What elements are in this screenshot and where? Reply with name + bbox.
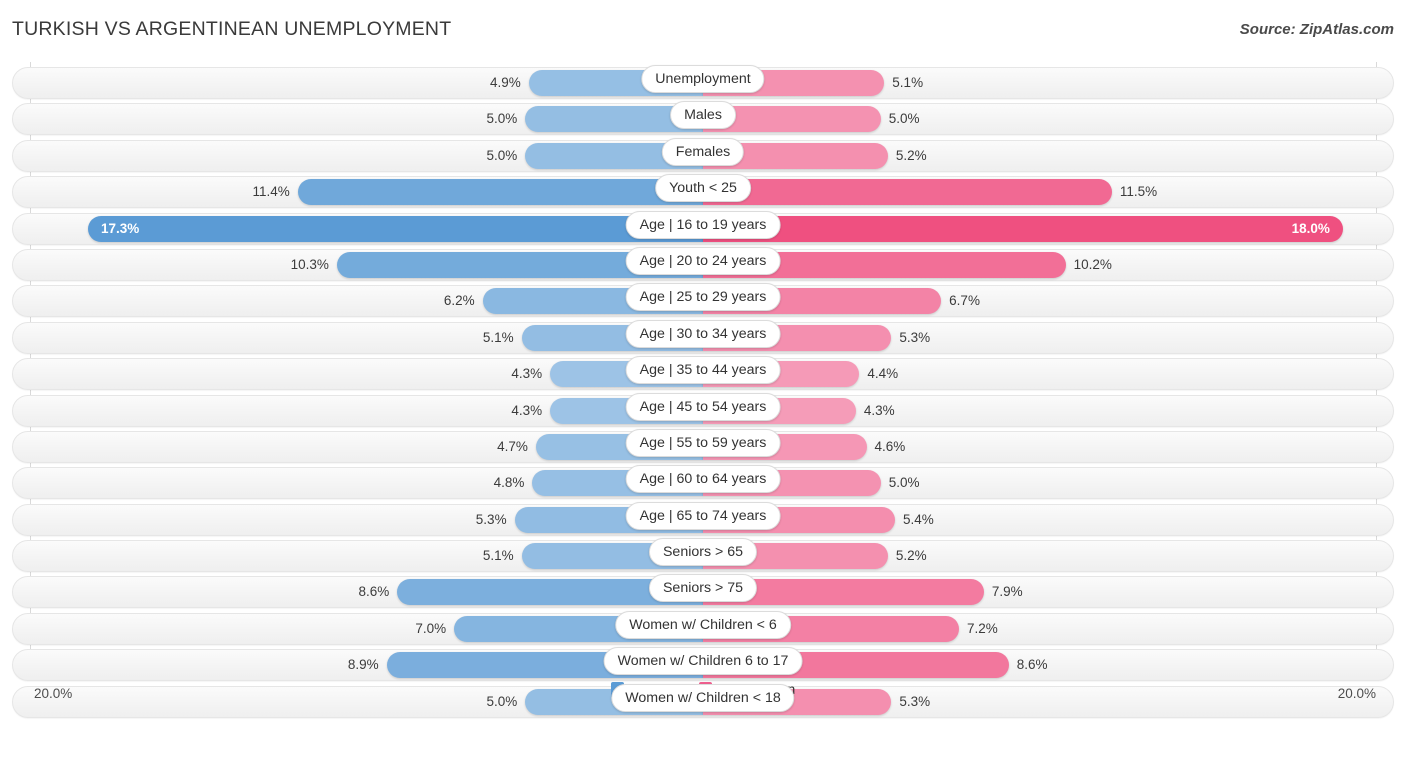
chart-row: 6.2% 6.7% Age | 25 to 29 years <box>0 283 1406 319</box>
row-label-pill: Age | 16 to 19 years <box>625 210 781 239</box>
bar-value-turkish: 6.2% <box>443 293 475 309</box>
chart-rows: 4.9% 5.1% Unemployment 5.0% 5.0% Males 5.0% 5.2… <box>0 65 1406 720</box>
row-label-pill: Age | 35 to 44 years <box>625 356 781 385</box>
row-label-pill: Seniors > 75 <box>648 574 758 603</box>
bar-value-turkish: 8.6% <box>358 584 390 600</box>
bar-value-turkish: 10.3% <box>290 256 329 272</box>
bar-value-turkish: 5.1% <box>482 548 514 564</box>
row-label-pill: Women w/ Children < 18 <box>611 683 795 712</box>
row-label-pill: Age | 65 to 74 years <box>625 501 781 530</box>
chart-row: 4.7% 4.6% Age | 55 to 59 years <box>0 428 1406 465</box>
chart-row: 8.6% 7.9% Seniors > 75 <box>0 574 1406 610</box>
bar-value-turkish: 5.3% <box>475 511 507 527</box>
chart-row: 8.9% 8.6% Women w/ Children 6 to 17 <box>0 647 1406 683</box>
bar-value-argentinean: 10.2% <box>1073 256 1112 272</box>
bar-turkish[interactable] <box>297 179 703 206</box>
bar-argentinean[interactable] <box>703 179 1112 206</box>
bar-value-turkish: 5.0% <box>486 147 518 163</box>
chart-row: 4.9% 5.1% Unemployment <box>0 65 1406 101</box>
row-label-pill: Age | 60 to 64 years <box>625 465 781 494</box>
bar-value-argentinean: 4.6% <box>874 438 906 454</box>
bar-turkish[interactable] <box>88 215 703 242</box>
bar-value-argentinean: 4.4% <box>867 366 899 382</box>
chart-row: 4.3% 4.3% Age | 45 to 54 years <box>0 392 1406 429</box>
bar-value-argentinean: 18.0% <box>1291 220 1330 236</box>
bar-value-turkish: 5.0% <box>486 111 518 127</box>
chart-row: 11.4% 11.5% Youth < 25 <box>0 174 1406 210</box>
row-label-pill: Age | 45 to 54 years <box>625 392 781 421</box>
bar-value-turkish: 17.3% <box>101 220 140 236</box>
source-attribution: Source: ZipAtlas.com <box>1239 21 1394 38</box>
chart-row: 17.3% 18.0% Age | 16 to 19 years <box>0 210 1406 247</box>
bar-value-argentinean: 8.6% <box>1016 657 1048 673</box>
bar-value-turkish: 4.7% <box>497 438 528 454</box>
bar-value-argentinean: 5.4% <box>902 511 934 527</box>
row-label-pill: Females <box>661 137 745 166</box>
chart-row: 5.1% 5.2% Seniors > 65 <box>0 538 1406 574</box>
chart-row: 10.3% 10.2% Age | 20 to 24 years <box>0 246 1406 283</box>
bar-value-turkish: 4.3% <box>511 402 543 418</box>
chart-row: 4.8% 5.0% Age | 60 to 64 years <box>0 465 1406 501</box>
chart-plot-area: 4.9% 5.1% Unemployment 5.0% 5.0% Males 5.0% 5.2… <box>0 62 1406 720</box>
bar-value-turkish: 5.1% <box>482 329 514 345</box>
bar-value-argentinean: 5.0% <box>888 475 920 491</box>
bar-value-turkish: 11.4% <box>252 184 290 200</box>
bar-value-turkish: 7.0% <box>415 620 447 636</box>
bar-value-turkish: 4.3% <box>511 366 543 382</box>
row-label-pill: Seniors > 65 <box>648 538 758 567</box>
chart-page: TURKISH VS ARGENTINEAN UNEMPLOYMENT Sour… <box>0 0 1406 757</box>
chart-row: 4.3% 4.4% Age | 35 to 44 years <box>0 356 1406 392</box>
row-label-pill: Women w/ Children < 6 <box>615 610 791 639</box>
row-label-pill: Age | 30 to 34 years <box>625 319 781 348</box>
row-label-pill: Age | 20 to 24 years <box>625 246 781 275</box>
bar-value-argentinean: 4.3% <box>863 402 895 418</box>
bar-value-argentinean: 5.3% <box>899 329 931 345</box>
row-label-pill: Youth < 25 <box>655 174 751 203</box>
bar-value-argentinean: 7.2% <box>966 620 998 636</box>
bar-value-argentinean: 11.5% <box>1119 184 1158 200</box>
chart-row: 5.0% 5.0% Males <box>0 101 1406 137</box>
row-label-pill: Males <box>670 101 736 130</box>
chart-row: 5.1% 5.3% Age | 30 to 34 years <box>0 319 1406 356</box>
bar-value-argentinean: 5.2% <box>895 548 927 564</box>
bar-value-argentinean: 5.0% <box>888 111 920 127</box>
row-label-pill: Unemployment <box>641 65 765 93</box>
bar-value-turkish: 8.9% <box>347 657 379 673</box>
chart-row: 5.0% 5.2% Females <box>0 137 1406 174</box>
row-label-pill: Women w/ Children 6 to 17 <box>603 647 803 676</box>
bar-value-argentinean: 7.9% <box>991 584 1023 600</box>
bar-value-turkish: 4.8% <box>493 475 525 491</box>
bar-value-argentinean: 5.2% <box>895 147 927 163</box>
chart-row: 7.0% 7.2% Women w/ Children < 6 <box>0 610 1406 647</box>
row-label-pill: Age | 55 to 59 years <box>625 428 781 457</box>
bar-value-argentinean: 6.7% <box>949 293 980 309</box>
page-title: TURKISH VS ARGENTINEAN UNEMPLOYMENT <box>12 18 452 40</box>
bar-value-turkish: 4.9% <box>490 75 521 90</box>
row-label-pill: Age | 25 to 29 years <box>625 283 781 312</box>
bar-value-argentinean: 5.1% <box>892 75 924 90</box>
chart-row: 5.3% 5.4% Age | 65 to 74 years <box>0 501 1406 538</box>
